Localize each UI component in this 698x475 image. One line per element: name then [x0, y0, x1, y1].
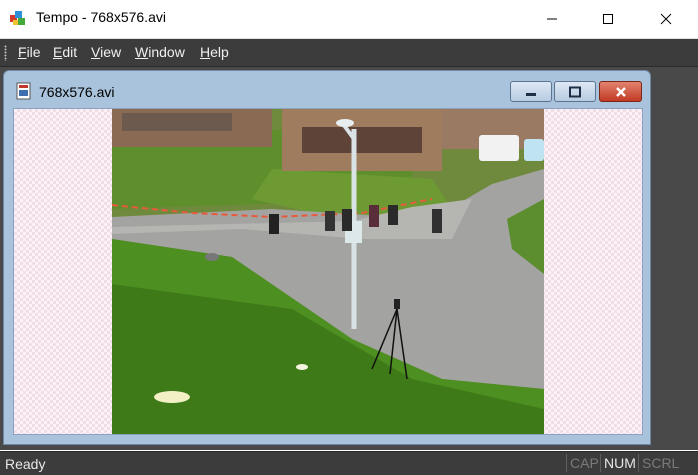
menu-help[interactable]: Help	[200, 44, 229, 60]
child-close-button[interactable]	[599, 81, 642, 102]
maximize-icon	[603, 14, 613, 24]
menu-window[interactable]: Window	[135, 44, 185, 60]
maximize-icon	[569, 86, 581, 97]
document-window[interactable]: 768x576.avi	[3, 70, 651, 445]
document-title: 768x576.avi	[39, 84, 115, 100]
close-icon	[660, 13, 672, 25]
status-bar: Ready CAP NUM SCRL	[0, 451, 698, 475]
maximize-button[interactable]	[585, 0, 631, 38]
minimize-icon	[547, 18, 557, 20]
child-restore-button[interactable]	[554, 81, 596, 102]
minimize-icon	[526, 92, 536, 96]
close-button[interactable]	[643, 0, 689, 38]
title-bar: Tempo - 768x576.avi	[0, 0, 698, 39]
status-text: Ready	[5, 456, 46, 472]
minimize-button[interactable]	[529, 0, 575, 38]
window-title: Tempo - 768x576.avi	[36, 9, 166, 25]
menu-file[interactable]: File	[18, 44, 41, 60]
num-lock-indicator: NUM	[600, 454, 639, 472]
close-icon	[615, 86, 626, 97]
tempo-app-icon[interactable]	[9, 9, 27, 27]
video-scene	[112, 109, 544, 434]
toolbar-grip[interactable]	[4, 45, 7, 61]
caps-lock-indicator: CAP	[566, 454, 602, 472]
video-frame[interactable]	[112, 109, 544, 434]
avi-document-icon	[15, 82, 33, 100]
menu-edit[interactable]: Edit	[53, 44, 77, 60]
menu-view[interactable]: View	[91, 44, 121, 60]
child-minimize-button[interactable]	[510, 81, 552, 102]
video-viewport[interactable]	[13, 108, 643, 435]
menu-bar: File Edit View Window Help	[0, 39, 698, 67]
scroll-lock-indicator: SCRL	[638, 454, 682, 472]
